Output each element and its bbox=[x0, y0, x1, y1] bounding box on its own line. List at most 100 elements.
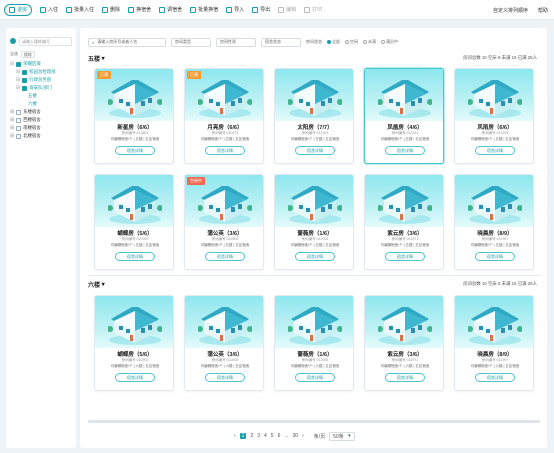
room-card[interactable]: 凤凰房（4/6） 房间编号:012291 可编辑宿舍/个 | 五楼 | 五区宿舍 宿舍… bbox=[364, 68, 444, 164]
room-info: 可编辑宿舍/个 | 五楼 | 五区宿舍 bbox=[290, 137, 340, 141]
tree-node[interactable]: ⊞ 北楼宿舍 bbox=[10, 132, 74, 140]
room-detail-button[interactable]: 宿舍详情 bbox=[295, 252, 335, 261]
room-card[interactable]: 蝴蝶房（5/6） 房间编号:010903 可编辑宿舍/个 | 五楼 | 五区宿舍 宿舍… bbox=[94, 174, 174, 270]
page-number[interactable]: 3 bbox=[257, 433, 260, 439]
tree-node[interactable]: ⊟ 行政总务部 bbox=[10, 76, 74, 84]
page-number[interactable]: 2 bbox=[250, 433, 253, 439]
room-detail-button[interactable]: 宿舍详情 bbox=[115, 252, 155, 261]
back-icon[interactable] bbox=[10, 38, 16, 44]
horizontal-scrollbar[interactable] bbox=[88, 420, 540, 423]
page-number[interactable]: ... bbox=[284, 433, 288, 439]
tree-node[interactable]: 六楼 bbox=[10, 100, 74, 108]
expand-icon[interactable]: ⊞ bbox=[10, 117, 14, 123]
toolbar-button-0[interactable]: 退房 bbox=[4, 3, 33, 16]
room-detail-button[interactable]: 宿舍详情 bbox=[115, 373, 155, 382]
room-detail-button[interactable]: 宿舍详情 bbox=[115, 146, 155, 155]
expand-icon[interactable]: ⊟ bbox=[16, 77, 20, 83]
toolbar-button-7[interactable]: 导入 bbox=[226, 4, 244, 16]
tree-node[interactable]: ⊞ 南楼宿舍 bbox=[10, 124, 74, 132]
expand-icon[interactable]: ⊟ bbox=[16, 69, 20, 75]
status-radio-free[interactable]: 空闲 bbox=[345, 39, 358, 45]
status-radio-full[interactable]: 满员中 bbox=[381, 39, 398, 45]
room-type-select[interactable]: 房间类型 bbox=[171, 37, 211, 47]
room-card[interactable]: 空闲中 蒲公英（3/6） 房间编号:012805 可编辑宿舍/个 | 五楼 | 五区宿… bbox=[184, 174, 264, 270]
checkbox[interactable] bbox=[22, 85, 28, 91]
room-card[interactable]: 风雨房（6/6） 房间编号:013298 可编辑宿舍/个 | 五楼 | 五区宿舍 宿舍… bbox=[454, 68, 534, 164]
custom-sort-button[interactable]: 自定义排列顺序 bbox=[493, 7, 528, 14]
help-button[interactable]: 帮助 bbox=[538, 7, 548, 14]
checkbox[interactable] bbox=[22, 77, 28, 83]
page-number[interactable]: 30 bbox=[293, 433, 299, 439]
status-radio-partial[interactable]: 未满 bbox=[363, 39, 376, 45]
room-card[interactable]: 已满 新星房（6/6） 房间编号:013853 可编辑宿舍/个 | 五楼 | 五区宿舍… bbox=[94, 68, 174, 164]
room-detail-button[interactable]: 宿舍详情 bbox=[475, 252, 515, 261]
tree-node[interactable]: ⊟ 校园总经理部 bbox=[10, 68, 74, 76]
room-detail-button[interactable]: 宿舍详情 bbox=[475, 146, 515, 155]
room-card[interactable]: 蝴蝶房（5/6） 房间编号:010903 可编辑宿舍/个 | 六楼 | 五区宿舍 宿舍… bbox=[94, 295, 174, 391]
tree-node[interactable]: ⊟ 保安队/部门 bbox=[10, 84, 74, 92]
sidebar: 请输入楼栋编号 全选 楼栋 ⊟ 荣耀区域 ⊟ 校园总经理部 ⊟ 行政总务部 ⊟ 保安队/部门五… bbox=[6, 28, 76, 448]
room-detail-button[interactable]: 宿舍详情 bbox=[205, 252, 245, 261]
page-number[interactable]: 6 bbox=[278, 433, 281, 439]
room-detail-button[interactable]: 宿舍详情 bbox=[205, 146, 245, 155]
room-card[interactable]: 蒲公英（3/6） 房间编号:012805 可编辑宿舍/个 | 六楼 | 五区宿舍 宿舍… bbox=[184, 295, 264, 391]
room-detail-button[interactable]: 宿舍详情 bbox=[475, 373, 515, 382]
toolbar-button-4[interactable]: 换宿舍 bbox=[128, 4, 151, 16]
room-search-input[interactable]: ⌕ 请输入房间号或者人名 bbox=[88, 37, 166, 47]
building-select[interactable]: 楼栋 bbox=[21, 50, 35, 58]
room-card[interactable]: 太阳房（7/7） 房间编号:012303 可编辑宿舍/个 | 五楼 | 五区宿舍 宿舍… bbox=[274, 68, 354, 164]
room-card[interactable]: 紫云房（3/6） 房间编号:012971 可编辑宿舍/个 | 五楼 | 五区宿舍 宿舍… bbox=[364, 174, 444, 270]
toolbar-button-1[interactable]: 入住 bbox=[40, 4, 58, 16]
room-card[interactable]: 蔷薇房（1/6） 房间编号:012006 可编辑宿舍/个 | 五楼 | 五区宿舍 宿舍… bbox=[274, 174, 354, 270]
room-card[interactable]: 已满 月亮房（6/6） 房间编号:010572 可编辑宿舍/个 | 五楼 | 五区宿舍… bbox=[184, 68, 264, 164]
checkbox[interactable] bbox=[16, 117, 22, 123]
section-title-5[interactable]: 五楼 ▾ bbox=[88, 52, 105, 64]
room-card[interactable]: 蔷薇房（1/6） 房间编号:012006 可编辑宿舍/个 | 六楼 | 五区宿舍 宿舍… bbox=[274, 295, 354, 391]
sidebar-search-input[interactable]: 请输入楼栋编号 bbox=[19, 36, 72, 46]
room-info: 可编辑宿舍/个 | 六楼 | 五区宿舍 bbox=[200, 364, 250, 368]
room-card[interactable]: 晓晨房（8/9） 房间编号:012997 可编辑宿舍/个 | 五楼 | 五区宿舍 宿舍… bbox=[454, 174, 534, 270]
expand-icon[interactable]: ⊞ bbox=[10, 109, 14, 115]
room-info: 可编辑宿舍/个 | 五楼 | 五区宿舍 bbox=[290, 243, 340, 247]
next-page-button[interactable]: › bbox=[302, 433, 304, 439]
checkbox[interactable] bbox=[16, 61, 22, 67]
checkbox[interactable] bbox=[16, 125, 22, 131]
expand-icon[interactable]: ⊞ bbox=[10, 133, 14, 139]
checkbox[interactable] bbox=[22, 69, 28, 75]
page-number[interactable]: 1 bbox=[239, 433, 247, 439]
toolbar-button-5[interactable]: 调宿舍 bbox=[159, 4, 182, 16]
toolbar-button-6[interactable]: 批量换宿 bbox=[190, 4, 218, 16]
checkbox[interactable] bbox=[16, 109, 22, 115]
prev-page-button[interactable]: ‹ bbox=[234, 433, 236, 439]
tree-node[interactable]: ⊞ 东楼宿舍 bbox=[10, 108, 74, 116]
room-detail-button[interactable]: 宿舍详情 bbox=[385, 373, 425, 382]
room-detail-button[interactable]: 宿舍详情 bbox=[385, 146, 425, 155]
room-detail-button[interactable]: 宿舍详情 bbox=[295, 146, 335, 155]
room-detail-button[interactable]: 宿舍详情 bbox=[295, 373, 335, 382]
expand-icon[interactable]: ⊟ bbox=[16, 85, 20, 91]
toolbar-button-9[interactable]: 编辑 bbox=[278, 4, 296, 16]
tree-node[interactable]: ⊞ 西楼宿舍 bbox=[10, 116, 74, 124]
toolbar-button-3[interactable]: 删除 bbox=[102, 4, 120, 16]
room-nature-select[interactable]: 房间性质 bbox=[216, 37, 256, 47]
section-title-6[interactable]: 六楼 ▾ bbox=[88, 278, 105, 290]
checkbox[interactable] bbox=[16, 133, 22, 139]
room-card[interactable]: 紫云房（3/6） 房间编号:012971 可编辑宿舍/个 | 六楼 | 五区宿舍 宿舍… bbox=[364, 295, 444, 391]
page-number[interactable]: 4 bbox=[264, 433, 267, 439]
tree-node[interactable]: 五楼 bbox=[10, 92, 74, 100]
page-number[interactable]: 5 bbox=[271, 433, 274, 439]
select-all-checkbox[interactable]: 全选 bbox=[10, 51, 18, 57]
expand-icon[interactable]: ⊞ bbox=[10, 125, 14, 131]
room-image bbox=[365, 175, 443, 227]
toolbar-button-2[interactable]: 批量入住 bbox=[66, 4, 94, 16]
dorm-status-select[interactable]: 宿舍状态 bbox=[261, 37, 301, 47]
page-size-select[interactable]: 50条 ▾ bbox=[329, 431, 355, 441]
expand-icon[interactable]: ⊟ bbox=[10, 61, 14, 67]
room-detail-button[interactable]: 宿舍详情 bbox=[385, 252, 425, 261]
room-detail-button[interactable]: 宿舍详情 bbox=[205, 373, 245, 382]
status-radio-all[interactable]: 全部 bbox=[327, 39, 340, 45]
room-card[interactable]: 晓晨房（8/9） 房间编号:012997 可编辑宿舍/个 | 六楼 | 五区宿舍 宿舍… bbox=[454, 295, 534, 391]
toolbar-button-8[interactable]: 导出 bbox=[252, 4, 270, 16]
tree-node[interactable]: ⊟ 荣耀区域 bbox=[10, 60, 74, 68]
toolbar-button-10[interactable]: 打印 bbox=[304, 4, 322, 16]
